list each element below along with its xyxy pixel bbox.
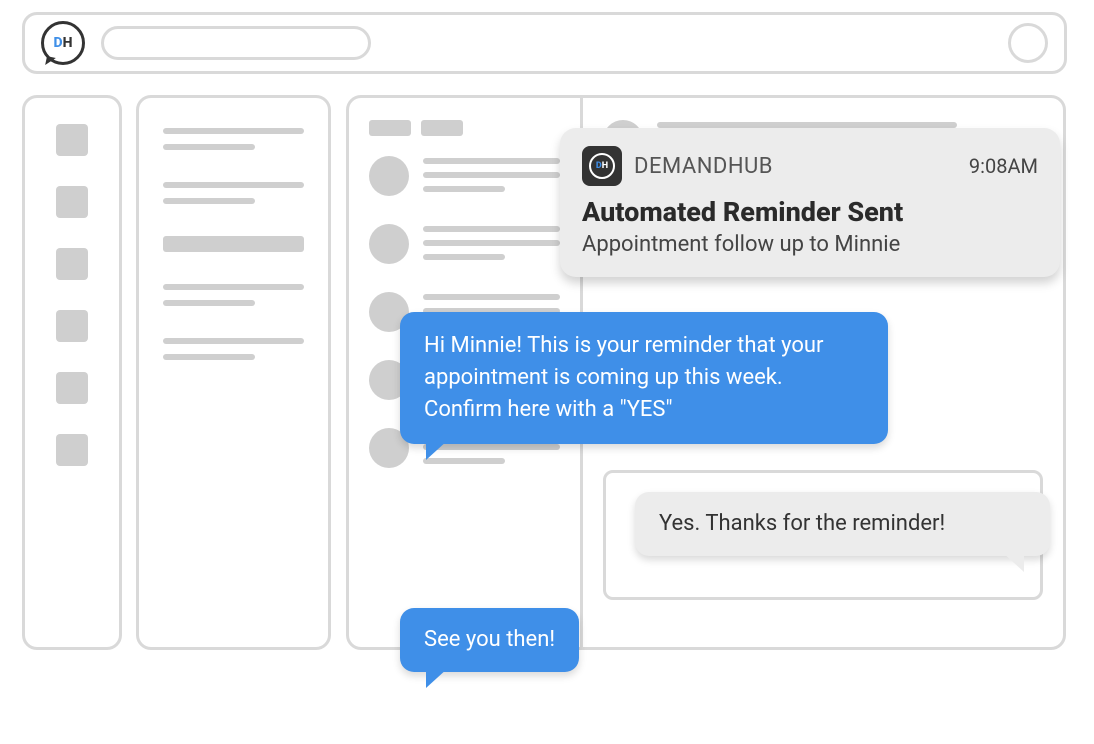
message-text: Yes. Thanks for the reminder! [659, 511, 945, 536]
nav-item[interactable] [56, 186, 88, 218]
nav-item[interactable] [56, 124, 88, 156]
nav-sidebar [22, 95, 122, 650]
sidebar-item-selected[interactable] [163, 236, 304, 252]
placeholder-line [163, 144, 255, 150]
nav-item[interactable] [56, 372, 88, 404]
conversation-item[interactable] [369, 156, 560, 196]
logo-letter-h: H [63, 35, 73, 51]
conversation-item[interactable] [369, 224, 560, 264]
nav-item[interactable] [56, 434, 88, 466]
placeholder-line [163, 284, 304, 290]
outgoing-message: Hi Minnie! This is your reminder that yo… [400, 312, 888, 444]
placeholder-line [423, 186, 505, 192]
tab[interactable] [369, 120, 411, 136]
app-icon: DH [582, 146, 622, 186]
placeholder-line [163, 354, 255, 360]
notification-app-name: DEMANDHUB [634, 154, 773, 179]
notification-time: 9:08AM [969, 154, 1038, 178]
logo-letter-d: D [54, 35, 63, 51]
filter-tabs [369, 120, 560, 136]
top-bar: DH [22, 12, 1067, 74]
message-text: Hi Minnie! This is your reminder that yo… [424, 333, 823, 422]
placeholder-line [423, 158, 560, 164]
outgoing-message: See you then! [400, 608, 579, 672]
placeholder-line [423, 226, 560, 232]
bubble-tail-icon [426, 668, 448, 688]
placeholder-line [423, 240, 560, 246]
app-logo: DH [41, 21, 85, 65]
placeholder-line [423, 294, 560, 300]
nav-item[interactable] [56, 248, 88, 280]
user-avatar[interactable] [1008, 23, 1048, 63]
search-input[interactable] [101, 26, 371, 60]
placeholder-line [163, 338, 304, 344]
avatar-icon [369, 156, 409, 196]
placeholder-line [163, 300, 255, 306]
placeholder-line [163, 236, 304, 252]
sidebar-item[interactable] [163, 182, 304, 204]
notification-card[interactable]: DH DEMANDHUB 9:08AM Automated Reminder S… [560, 128, 1060, 277]
sidebar-item[interactable] [163, 284, 304, 306]
incoming-message: Yes. Thanks for the reminder! [635, 492, 1050, 556]
sidebar-item[interactable] [163, 338, 304, 360]
placeholder-line [163, 198, 255, 204]
nav-item[interactable] [56, 310, 88, 342]
avatar-icon [369, 224, 409, 264]
bubble-tail-icon [1002, 552, 1024, 572]
placeholder-line [163, 128, 304, 134]
placeholder-line [423, 172, 560, 178]
speech-bubble-tail-icon [45, 56, 56, 67]
message-text: See you then! [424, 627, 555, 652]
secondary-sidebar [136, 95, 331, 650]
notification-title: Automated Reminder Sent [582, 196, 1038, 228]
placeholder-line [163, 182, 304, 188]
notification-subtitle: Appointment follow up to Minnie [582, 232, 1038, 257]
placeholder-line [423, 254, 505, 260]
bubble-tail-icon [426, 440, 448, 460]
tab[interactable] [421, 120, 463, 136]
sidebar-item[interactable] [163, 128, 304, 150]
